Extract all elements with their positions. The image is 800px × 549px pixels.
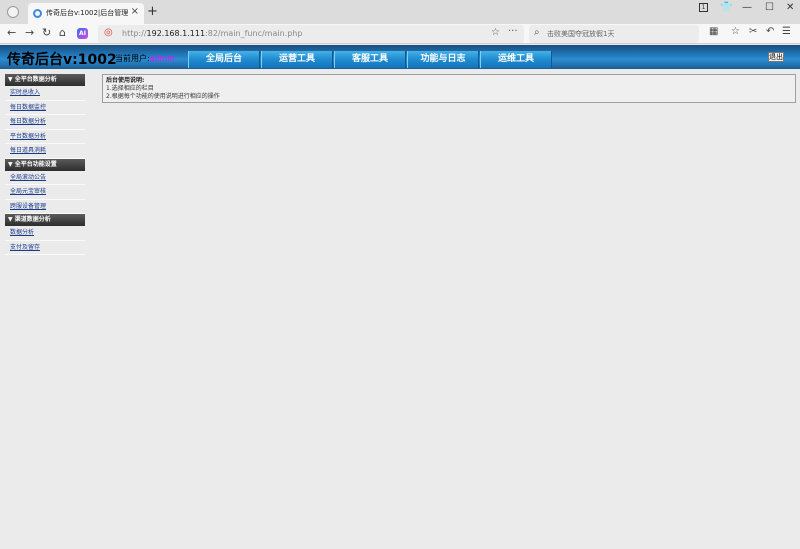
main-nav: 全局后台 运营工具 客服工具 功能与日志 运维工具 <box>188 51 553 68</box>
tab-favicon-icon <box>33 9 42 18</box>
sidebar-item-daily-monitor[interactable]: 每日数据监控 <box>5 101 85 115</box>
window-close-icon[interactable]: ✕ <box>786 2 794 13</box>
notice-title: 后台使用说明: <box>106 77 145 84</box>
shirt-icon[interactable]: 👕 <box>720 2 732 13</box>
usage-notice: 后台使用说明: 1.选择相应的栏目 2.根据每个功能的使用说明进行相应的操作 <box>102 74 796 103</box>
search-input[interactable]: 击败美国夺冠放假1天 <box>547 29 614 39</box>
forward-icon[interactable]: → <box>25 26 34 39</box>
browser-app-icon[interactable] <box>7 6 19 18</box>
browser-tab-active[interactable]: 传奇后台v:1002|后台管理 × <box>28 3 144 24</box>
nav-features-logs[interactable]: 功能与日志 <box>407 51 479 68</box>
admin-header: 传奇后台v:1002 当前用户:admin 全局后台 运营工具 客服工具 功能与… <box>0 45 800 69</box>
sidebar-section-platform-settings[interactable]: ▼ 全平台功能设置 <box>5 158 85 171</box>
reload-icon[interactable]: ↻ <box>42 26 51 39</box>
bookmark-star-icon[interactable]: ☆ <box>491 27 500 38</box>
sidebar-item-global-announcement[interactable]: 全局滚动公告 <box>5 171 85 185</box>
sidebar-item-payment-retention[interactable]: 支付及留存 <box>5 241 85 255</box>
url-text[interactable]: http://192.168.1.111:82/main_func/main.p… <box>122 29 302 38</box>
current-user: 当前用户:admin <box>115 53 175 64</box>
sidebar-item-realtime-revenue[interactable]: 实时总收入 <box>5 86 85 101</box>
tab-title: 传奇后台v:1002|后台管理 <box>46 9 129 17</box>
user-label: 当前用户: <box>115 54 150 63</box>
logout-button[interactable]: 退出 <box>768 52 784 62</box>
user-name: admin <box>149 54 175 63</box>
sidebar-item-item-consumption[interactable]: 每日道具消耗 <box>5 144 85 159</box>
tab-close-icon[interactable]: × <box>131 6 139 17</box>
sidebar-section-platform-analytics[interactable]: ▼ 全平台数据分析 <box>5 74 85 86</box>
nav-global-admin[interactable]: 全局后台 <box>188 51 260 68</box>
nav-maintenance-tools[interactable]: 运维工具 <box>480 51 552 68</box>
more-options-icon[interactable]: ··· <box>508 26 518 37</box>
undo-icon[interactable]: ↶ <box>766 26 774 37</box>
nav-operation-tools[interactable]: 运营工具 <box>261 51 333 68</box>
admin-page: 传奇后台v:1002 当前用户:admin 全局后台 运营工具 客服工具 功能与… <box>0 45 800 549</box>
favorites-icon[interactable]: ☆ <box>731 26 740 37</box>
tab-count-badge[interactable]: 1 <box>699 3 708 12</box>
maximize-icon[interactable]: ☐ <box>765 2 774 13</box>
notice-line-2: 2.根据每个功能的使用说明进行相应的操作 <box>106 93 220 100</box>
ai-assistant-icon[interactable]: AI <box>77 28 88 39</box>
grid-apps-icon[interactable]: ▦ <box>709 26 718 37</box>
site-security-icon[interactable]: ◎ <box>104 27 113 38</box>
nav-support-tools[interactable]: 客服工具 <box>334 51 406 68</box>
sidebar-item-cross-server[interactable]: 跨服设备管理 <box>5 200 85 214</box>
minimize-icon[interactable]: — <box>742 2 752 13</box>
brand-title: 传奇后台v:1002 <box>7 52 117 68</box>
sidebar: ▼ 全平台数据分析 实时总收入 每日数据监控 每日数据分析 平台数据分析 每日道… <box>5 74 85 255</box>
sidebar-item-ingot-review[interactable]: 全局元宝审核 <box>5 185 85 200</box>
browser-tab-strip: 传奇后台v:1002|后台管理 × + 1 👕 — ☐ ✕ <box>0 0 800 24</box>
sidebar-item-daily-analysis[interactable]: 每日数据分析 <box>5 115 85 130</box>
new-tab-icon[interactable]: + <box>147 4 158 19</box>
notice-line-1: 1.选择相应的栏目 <box>106 85 154 92</box>
browser-toolbar: ← → ↻ ⌂ AI ◎ http://192.168.1.111:82/mai… <box>0 24 800 44</box>
sidebar-section-channel-analytics[interactable]: ▼ 渠道数据分析 <box>5 214 85 226</box>
scissors-icon[interactable]: ✂ <box>749 26 757 37</box>
menu-icon[interactable]: ☰ <box>782 26 791 37</box>
address-bar[interactable]: ◎ http://192.168.1.111:82/main_func/main… <box>98 25 524 43</box>
sidebar-item-data-analysis[interactable]: 数据分析 <box>5 226 85 241</box>
search-icon: ⌕ <box>534 27 540 38</box>
back-icon[interactable]: ← <box>7 26 16 39</box>
home-icon[interactable]: ⌂ <box>59 26 66 39</box>
search-bar[interactable]: ⌕ 击败美国夺冠放假1天 <box>529 25 699 43</box>
sidebar-item-platform-analysis[interactable]: 平台数据分析 <box>5 130 85 144</box>
